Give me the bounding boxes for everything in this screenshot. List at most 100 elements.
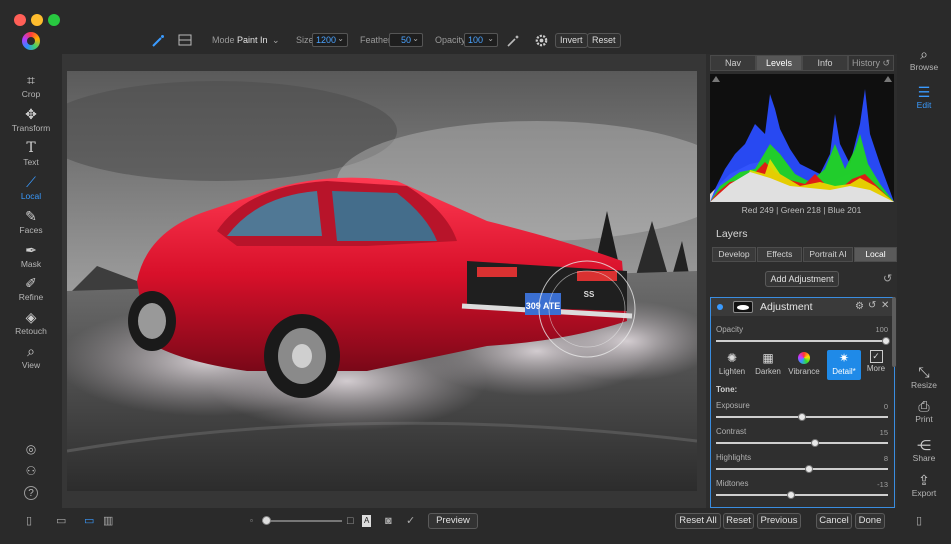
brush-icon: ⟋ (26, 174, 36, 190)
brush-toggle-icon[interactable]: ✓ (406, 515, 415, 527)
contrast-label: Contrast (716, 427, 747, 436)
gear-icon[interactable] (534, 33, 549, 48)
tab-levels[interactable]: Levels (756, 55, 802, 71)
module-share[interactable]: ⋲ Share (897, 437, 951, 463)
tab-nav[interactable]: Nav (710, 55, 756, 71)
toggle-left-panel-icon[interactable]: ▯ (26, 515, 32, 527)
close-icon[interactable]: ✕ (881, 300, 889, 311)
tool-retouch[interactable]: ◈ Retouch (0, 309, 62, 336)
tool-refine[interactable]: ✐ Refine (0, 275, 62, 302)
zoom-out-icon[interactable]: ▫ (250, 515, 253, 527)
local-brush-icon[interactable] (150, 33, 166, 49)
text-icon: T (26, 140, 36, 156)
histogram-readout: Red 249 | Green 218 | Blue 201 (741, 205, 862, 215)
app-logo (22, 32, 40, 50)
tab-history[interactable]: History ↺ (848, 55, 894, 71)
tool-mask[interactable]: ✒ Mask (0, 242, 62, 269)
feather-field[interactable]: 50 ⌄ (389, 33, 423, 47)
exposure-label: Exposure (716, 401, 750, 410)
contrast-knob[interactable] (811, 439, 819, 447)
chevron-updown-icon: ⌄ (412, 34, 419, 43)
reset-all-button[interactable]: Reset All (675, 513, 721, 529)
settings-icon[interactable]: ⚙ (855, 301, 864, 312)
single-view-icon[interactable]: ▭ (84, 515, 94, 527)
close-window-button[interactable] (14, 14, 26, 26)
preset-vibrance[interactable]: Vibrance (787, 350, 821, 376)
preset-more[interactable]: ✓ More (859, 350, 893, 373)
add-adjustment-button[interactable]: Add Adjustment (765, 271, 839, 287)
tab-info[interactable]: Info (802, 55, 848, 71)
mode-value[interactable]: Paint In (237, 35, 268, 45)
mask-toggle-icon[interactable]: ◙ (385, 515, 392, 527)
mask-thumbnail[interactable] (733, 301, 753, 313)
panel-scrollbar[interactable] (892, 297, 896, 367)
layer-tab-effects[interactable]: Effects (757, 247, 802, 262)
undo-icon[interactable]: ↺ (883, 272, 892, 285)
reset-button[interactable]: Reset (587, 33, 621, 48)
chevron-down-icon[interactable]: ⌄ (272, 35, 280, 46)
reset-bottom-button[interactable]: Reset (723, 513, 754, 529)
help-icon[interactable]: ? (24, 486, 38, 500)
tool-label: Local (20, 191, 42, 201)
toggle-right-panel-icon[interactable]: ▯ (916, 515, 922, 527)
photo-canvas[interactable]: 309 ATE SS (67, 71, 697, 491)
layer-tabs: Develop Effects Portrait AI Local (712, 247, 897, 262)
opacity-knob[interactable] (882, 337, 890, 345)
preset-label: More (866, 364, 886, 373)
car-photo: 309 ATE SS (67, 71, 697, 491)
contrast-slider[interactable] (716, 442, 888, 444)
opacity-slider[interactable] (716, 340, 888, 342)
tool-crop[interactable]: ⌗ Crop (0, 72, 62, 99)
preview-button[interactable]: Preview (428, 513, 478, 529)
module-label: Browse (909, 62, 939, 72)
zoom-window-button[interactable] (48, 14, 60, 26)
tool-local[interactable]: ⟋ Local (0, 174, 62, 201)
layers-stack-icon[interactable]: ◎ (24, 442, 38, 456)
layer-tab-local[interactable]: Local (854, 247, 897, 262)
preset-lighten[interactable]: ✺ Lighten (715, 350, 749, 376)
highlights-knob[interactable] (805, 465, 813, 473)
invert-button[interactable]: Invert (555, 33, 588, 48)
preset-detail[interactable]: ✷ Detail* (827, 350, 861, 380)
zoom-in-icon[interactable]: □ (347, 515, 354, 527)
zoom-slider[interactable] (262, 520, 342, 522)
tool-transform[interactable]: ✥ Transform (0, 106, 62, 133)
magic-brush-icon[interactable] (505, 33, 521, 49)
tool-view[interactable]: ⌕ View (0, 343, 62, 370)
module-print[interactable]: ⎙ Print (897, 398, 951, 424)
compare-view-icon[interactable]: ▥ (103, 515, 113, 527)
opacity-label: Opacity (716, 325, 744, 334)
module-resize[interactable]: ⤡ Resize (897, 364, 951, 390)
tool-faces[interactable]: ✎ Faces (0, 208, 62, 235)
preset-darken[interactable]: ▦ Darken (751, 350, 785, 376)
tool-text[interactable]: T Text (0, 140, 62, 167)
filmstrip-icon[interactable]: ▭ (56, 515, 66, 527)
visibility-dot-icon[interactable] (717, 304, 723, 310)
exposure-knob[interactable] (798, 413, 806, 421)
size-label: Size (296, 35, 314, 45)
module-edit[interactable]: ☰ Edit (897, 84, 951, 110)
feather-value: 50 (400, 35, 411, 45)
chevron-updown-icon: ⌄ (337, 34, 344, 43)
done-button[interactable]: Done (855, 513, 885, 529)
tool-label: Mask (20, 259, 42, 269)
layer-tab-develop[interactable]: Develop (712, 247, 756, 262)
opacity-field[interactable]: 100 ⌄ (464, 33, 498, 47)
midtones-knob[interactable] (787, 491, 795, 499)
size-field[interactable]: 1200 ⌄ (312, 33, 348, 47)
module-export[interactable]: ⇪ Export (897, 472, 951, 498)
module-label: Export (911, 488, 937, 498)
minimize-window-button[interactable] (31, 14, 43, 26)
zoom-knob[interactable] (262, 516, 271, 525)
auto-icon[interactable]: A (362, 515, 372, 527)
midtones-slider[interactable] (716, 494, 888, 496)
top-toolbar: Mode Paint In ⌄ Size 1200 ⌄ Feather 50 ⌄ O… (0, 28, 951, 54)
previous-button[interactable]: Previous (757, 513, 801, 529)
user-icon[interactable]: ⚇ (24, 464, 38, 478)
reset-icon[interactable]: ↺ (868, 300, 876, 311)
module-browse[interactable]: ⌕ Browse (897, 46, 951, 72)
mask-view-icon[interactable] (178, 34, 192, 46)
highlights-slider[interactable] (716, 468, 888, 470)
cancel-button[interactable]: Cancel (816, 513, 852, 529)
layer-tab-portrait-ai[interactable]: Portrait AI (803, 247, 853, 262)
